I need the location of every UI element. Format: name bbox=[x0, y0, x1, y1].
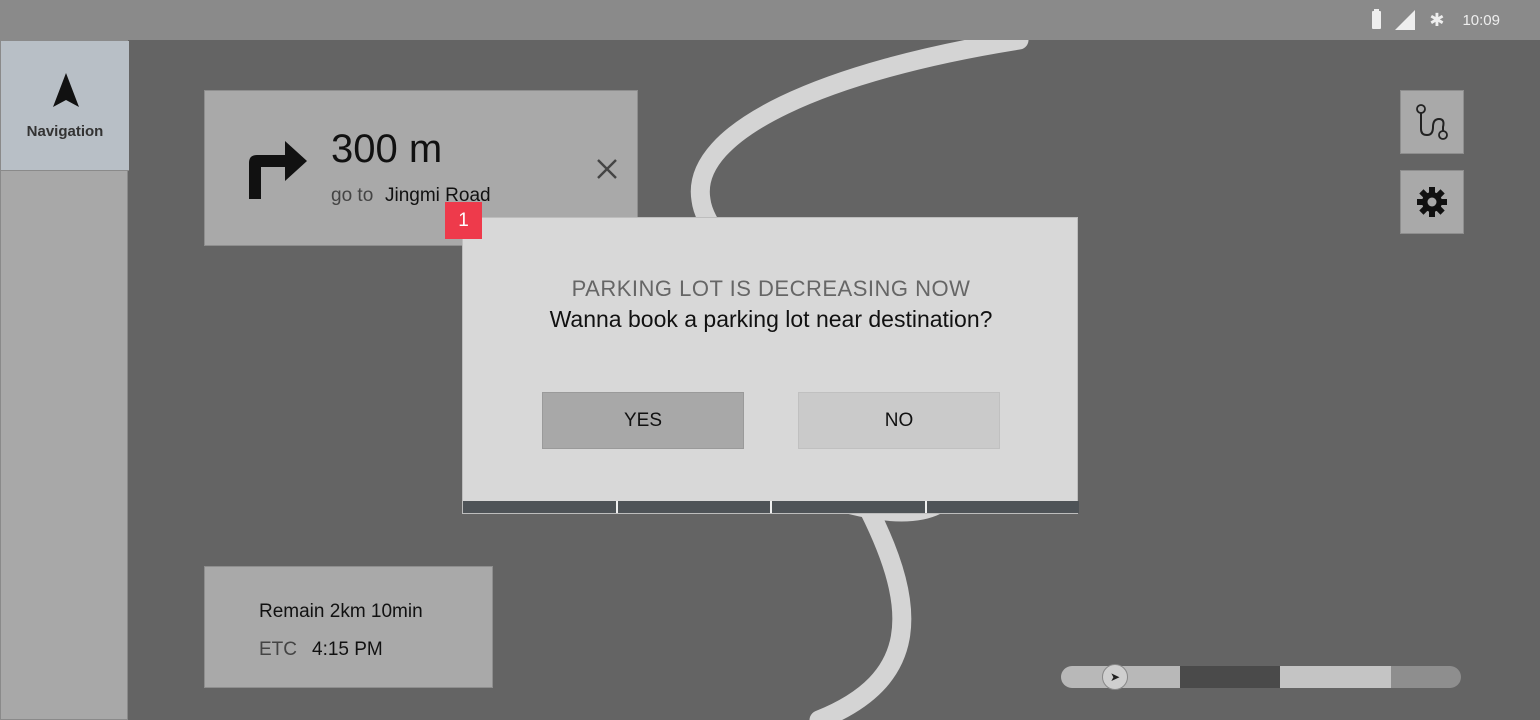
eta-card: Remain 2km 10min ETC 4:15 PM bbox=[204, 566, 493, 688]
remaining-distance-time: Remain 2km 10min bbox=[259, 601, 423, 622]
go-to-label: go to bbox=[331, 185, 374, 206]
battery-icon bbox=[1372, 9, 1382, 29]
yes-button[interactable]: YES bbox=[542, 392, 744, 449]
progress-segment bbox=[1391, 666, 1461, 688]
sidebar-item-navigation[interactable]: Navigation bbox=[1, 41, 129, 171]
status-icons: ✱ 10:09 bbox=[1372, 0, 1500, 40]
play-icon: ➤ bbox=[1109, 670, 1121, 684]
close-icon[interactable] bbox=[595, 157, 619, 181]
status-time: 10:09 bbox=[1462, 11, 1500, 29]
no-button[interactable]: NO bbox=[798, 392, 1000, 449]
navigation-arrow-icon bbox=[53, 73, 79, 107]
dialog-message: Wanna book a parking lot near destinatio… bbox=[549, 306, 993, 332]
turn-right-icon bbox=[249, 141, 307, 199]
settings-button[interactable] bbox=[1400, 170, 1464, 234]
progress-segment bbox=[1180, 666, 1280, 688]
parking-dialog: PARKING LOT IS DECREASING NOW Wanna book… bbox=[462, 217, 1079, 514]
status-bar: ✱ 10:09 bbox=[0, 0, 1540, 40]
footer-segment bbox=[772, 501, 927, 513]
gear-icon bbox=[1417, 187, 1447, 217]
sidebar: Navigation bbox=[0, 40, 129, 720]
etc-time: 4:15 PM bbox=[312, 639, 383, 660]
footer-segment bbox=[617, 501, 772, 513]
dialog-title: PARKING LOT IS DECREASING NOW bbox=[571, 276, 971, 301]
etc-label: ETC bbox=[259, 639, 297, 660]
progress-segment bbox=[1280, 666, 1391, 688]
dialog-footer bbox=[463, 501, 1079, 513]
bluetooth-icon: ✱ bbox=[1429, 9, 1445, 31]
signal-icon bbox=[1395, 10, 1416, 30]
route-button[interactable] bbox=[1400, 90, 1464, 154]
sidebar-item-label: Navigation bbox=[26, 123, 104, 140]
route-icon bbox=[1416, 104, 1448, 140]
notification-badge: 1 bbox=[445, 202, 482, 239]
progress-knob[interactable]: ➤ bbox=[1102, 664, 1128, 690]
footer-segment bbox=[463, 501, 618, 513]
turn-distance: 300 m bbox=[331, 127, 443, 171]
footer-segment bbox=[926, 501, 1079, 513]
